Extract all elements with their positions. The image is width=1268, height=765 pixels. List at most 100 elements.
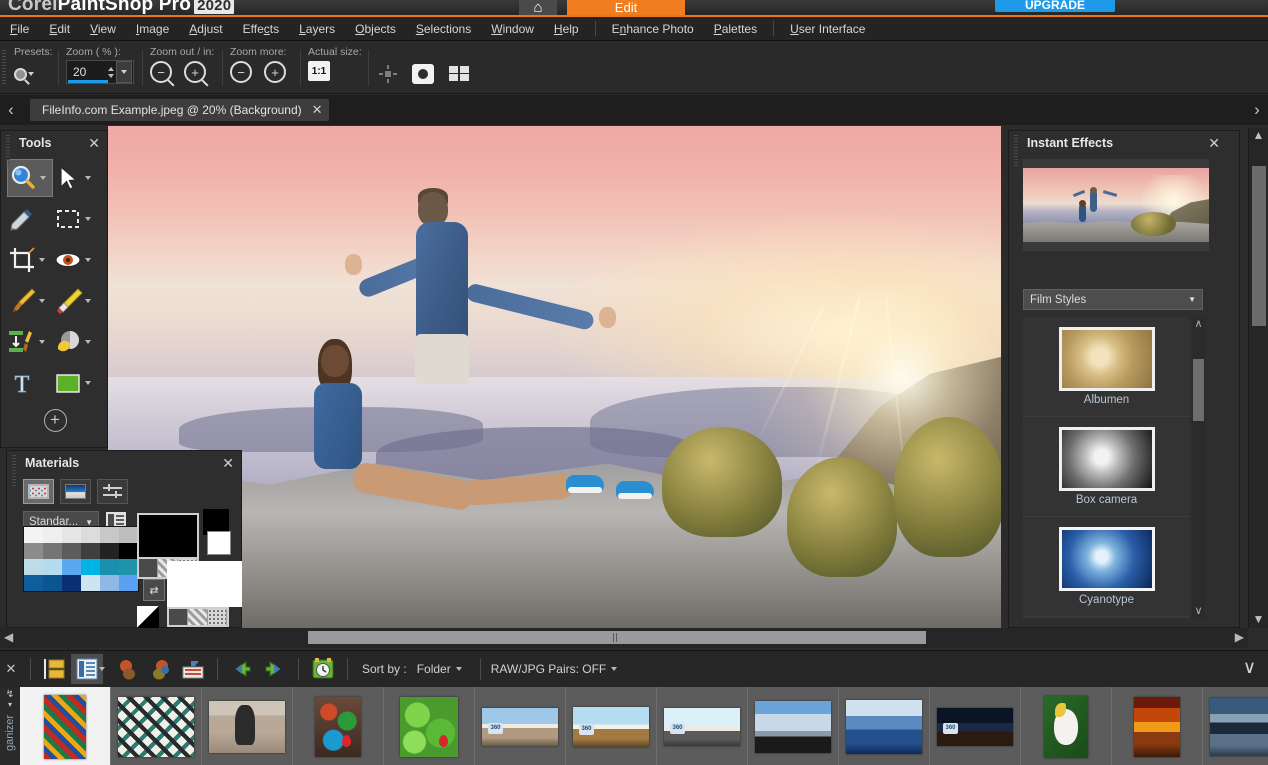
chevron-down-icon[interactable] [85, 216, 91, 221]
color-swatch[interactable] [119, 575, 138, 591]
color-swatch[interactable] [62, 543, 81, 559]
scroll-right-icon[interactable]: ▶ [1235, 630, 1244, 644]
tab-edit[interactable]: Edit [567, 0, 685, 15]
fg-style-solid[interactable] [139, 559, 159, 577]
menu-view[interactable]: View [80, 17, 126, 41]
actual-size-button[interactable]: 1:1 [308, 61, 330, 81]
menu-user-interface[interactable]: User Interface [780, 17, 875, 41]
tool-eraser[interactable] [53, 282, 99, 320]
scroll-left-icon[interactable]: ◀ [4, 630, 13, 644]
rotate-right-photo-button[interactable] [145, 654, 177, 684]
color-swatch[interactable] [81, 575, 100, 591]
thumb-360-night-harbor[interactable]: 360 [930, 687, 1021, 765]
tool-selection[interactable] [53, 200, 99, 238]
thumb-360-desert[interactable]: 360 [475, 687, 566, 765]
chevron-down-icon[interactable] [85, 175, 91, 180]
redo-button[interactable] [258, 654, 290, 684]
recent-button[interactable] [307, 654, 339, 684]
chevron-down-icon[interactable] [85, 380, 91, 385]
color-swatch[interactable] [81, 543, 100, 559]
thumb-kilim-pattern[interactable] [20, 687, 111, 765]
raw-jpg-pairs-dropdown[interactable]: RAW/JPG Pairs: OFF [491, 662, 618, 676]
color-swatch[interactable] [119, 543, 138, 559]
menu-help[interactable]: Help [544, 17, 589, 41]
tool-clone[interactable] [7, 323, 53, 361]
tool-zoom[interactable] [7, 158, 53, 197]
chevron-down-icon[interactable] [39, 257, 45, 262]
thumb-mountain-clouds[interactable] [748, 687, 839, 765]
materials-tab-rainbow[interactable] [60, 479, 91, 504]
fit-to-window-icon[interactable] [378, 64, 398, 84]
effects-category-select[interactable]: Film Styles ▼ [1023, 289, 1203, 310]
tool-paint-brush[interactable] [7, 282, 53, 320]
tool-red-eye[interactable] [53, 241, 99, 279]
zoom-more-out-button[interactable]: − [230, 61, 252, 83]
chevron-down-icon[interactable] [40, 175, 46, 180]
color-swatch[interactable] [24, 575, 43, 591]
materials-tab-frame[interactable] [23, 479, 54, 504]
menu-enhance-photo[interactable]: Enhance Photo [602, 17, 704, 41]
zoom-more-in-button[interactable]: + [264, 61, 286, 83]
materials-swatch-grid[interactable] [23, 526, 139, 592]
close-icon[interactable]: ✕ [312, 102, 323, 118]
color-swatch[interactable] [43, 543, 62, 559]
materials-background-color[interactable] [167, 561, 242, 607]
tool-pick[interactable] [53, 159, 99, 197]
swap-colors-icon[interactable]: ⇄ [143, 579, 165, 601]
chevron-down-icon[interactable] [39, 339, 45, 344]
tool-text[interactable]: T [7, 364, 53, 402]
collapse-organizer-button[interactable]: ∨ [1243, 657, 1256, 678]
menu-edit[interactable]: Edit [39, 17, 80, 41]
thumb-market-produce[interactable] [293, 687, 384, 765]
close-icon[interactable]: ✕ [0, 661, 22, 677]
effect-item-albumen[interactable]: Albumen [1023, 317, 1190, 417]
close-icon[interactable]: ✕ [88, 135, 100, 152]
document-tab[interactable]: FileInfo.com Example.jpeg @ 20% (Backgro… [30, 99, 329, 121]
zoom-input[interactable]: 20 [67, 65, 105, 79]
bg-style-solid[interactable] [169, 609, 189, 625]
scroll-up-icon[interactable]: ∧ [1192, 317, 1205, 330]
tool-preset-shape[interactable] [53, 364, 99, 402]
thumb-360-plateau[interactable]: 360 [657, 687, 748, 765]
bg-style-gradient[interactable] [188, 609, 208, 625]
tool-crop[interactable] [7, 241, 53, 279]
zoom-dropdown-button[interactable] [116, 61, 132, 83]
scroll-down-icon[interactable]: ∨ [1192, 604, 1205, 617]
thumb-green-leaves[interactable] [384, 687, 475, 765]
color-swatch[interactable] [100, 575, 119, 591]
share-button[interactable] [177, 654, 209, 684]
color-swatch[interactable] [62, 559, 81, 575]
thumb-sunset-field[interactable] [1112, 687, 1203, 765]
color-swatch[interactable] [81, 527, 100, 543]
bg-style-pattern[interactable] [207, 609, 227, 625]
color-swatch[interactable] [24, 543, 43, 559]
scroll-down-icon[interactable]: ▼ [1249, 612, 1268, 626]
materials-bw-reset-icon[interactable] [137, 606, 159, 628]
thumb-360-canyon[interactable]: 360 [566, 687, 657, 765]
zoom-out-button[interactable]: − [150, 61, 172, 83]
effect-item-cyanotype[interactable]: Cyanotype [1023, 517, 1190, 617]
color-swatch[interactable] [43, 527, 62, 543]
workspace-scrollbar-thumb[interactable] [1252, 166, 1266, 326]
color-swatch[interactable] [119, 527, 138, 543]
menu-selections[interactable]: Selections [406, 17, 481, 41]
color-swatch[interactable] [100, 527, 119, 543]
sort-by-dropdown[interactable]: Folder [417, 662, 462, 676]
color-swatch[interactable] [62, 527, 81, 543]
chevron-down-icon[interactable] [85, 298, 91, 303]
toolbar-grip[interactable] [2, 50, 6, 86]
menu-image[interactable]: Image [126, 17, 179, 41]
menu-adjust[interactable]: Adjust [179, 17, 232, 41]
close-icon[interactable]: ✕ [222, 455, 234, 472]
materials-bg-chip[interactable] [207, 531, 231, 555]
menu-effects[interactable]: Effects [233, 17, 289, 41]
chevron-down-icon[interactable] [39, 298, 45, 303]
thumb-tile-mosaic[interactable] [111, 687, 202, 765]
color-swatch[interactable] [43, 559, 62, 575]
menu-window[interactable]: Window [481, 17, 544, 41]
upgrade-button[interactable]: UPGRADE [995, 0, 1115, 12]
tabs-scroll-right-button[interactable]: › [1246, 95, 1268, 125]
chevron-down-icon[interactable] [99, 667, 105, 671]
organizer-thumbnail-strip[interactable]: 360 360 360 360 [20, 687, 1268, 765]
add-tool-button[interactable]: + [43, 409, 67, 432]
